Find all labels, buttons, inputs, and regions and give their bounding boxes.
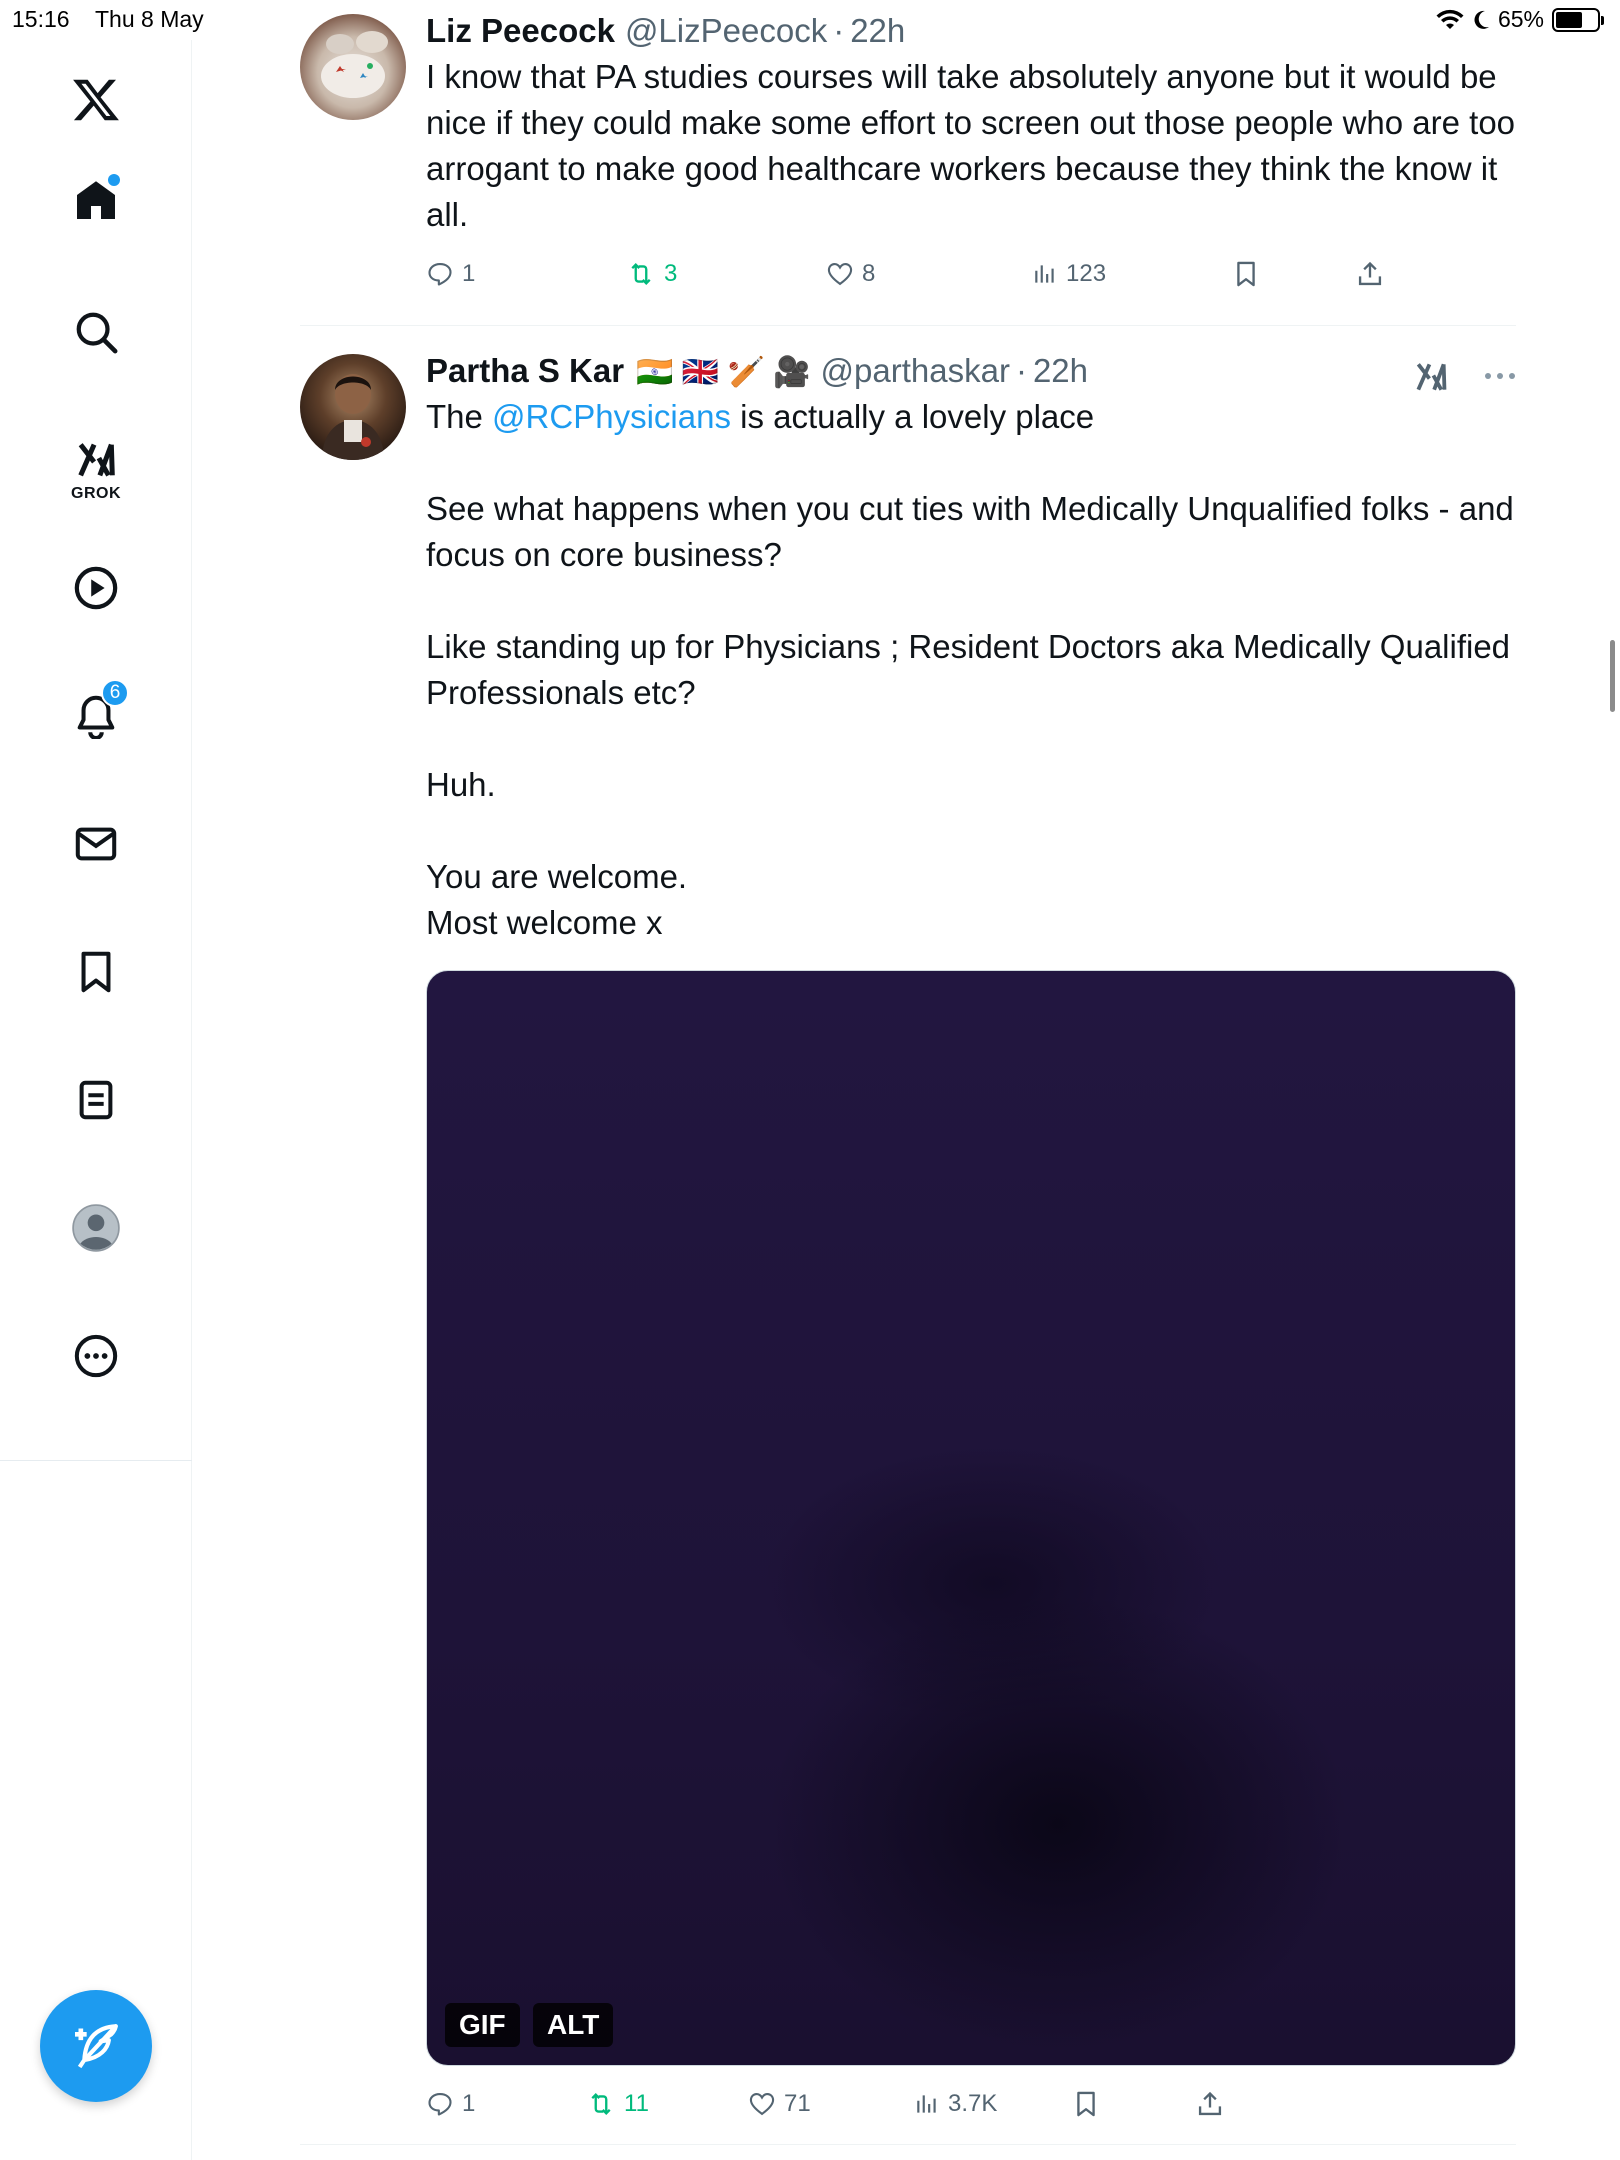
tweet-text: I know that PA studies courses will take… (426, 58, 1525, 233)
search-icon (76, 312, 118, 354)
like-button[interactable]: 8 (826, 260, 875, 288)
compose-button[interactable] (40, 1990, 152, 2102)
grok-icon (1416, 363, 1447, 391)
sidebar-item-explore[interactable] (0, 292, 192, 372)
home-unread-dot (108, 174, 120, 186)
sidebar-item-profile[interactable] (0, 1188, 192, 1268)
views-button[interactable]: 123 (1032, 260, 1106, 288)
list-icon (79, 1080, 113, 1120)
play-icon (74, 566, 118, 610)
retweet-count: 3 (664, 260, 678, 287)
analytics-icon (917, 2095, 936, 2113)
retweet-icon (591, 2093, 611, 2115)
retweet-button[interactable]: 11 (586, 2090, 649, 2118)
media-gif[interactable]: GIF ALT (426, 970, 1516, 2066)
bookmark-icon (1077, 2091, 1095, 2117)
grok-label: GROK (71, 485, 121, 502)
tweet-time[interactable]: 22h (1033, 352, 1088, 390)
sidebar-item-notifications[interactable]: 6 (0, 676, 192, 756)
tweet-header: Liz Peecock @LizPeecock · 22h (426, 12, 1516, 50)
retweet-icon (631, 263, 651, 285)
reply-count: 1 (462, 260, 476, 287)
gif-badge: GIF (445, 2003, 520, 2047)
separator-dot: · (1015, 352, 1027, 389)
author-name[interactable]: Partha S Kar (426, 352, 624, 390)
bookmark-icon (81, 951, 111, 993)
views-count: 123 (1066, 260, 1107, 287)
sidebar-item-home[interactable] (0, 160, 192, 240)
profile-emoji-flags: 🇮🇳 🇬🇧 🏏 🎥 (636, 356, 811, 389)
alt-badge[interactable]: ALT (533, 2003, 614, 2047)
grok-explain-button[interactable] (1412, 358, 1450, 401)
sidebar-item-grok[interactable]: GROK (0, 420, 192, 520)
share-button[interactable] (1356, 260, 1384, 288)
heart-icon (749, 2093, 775, 2116)
retweet-count: 11 (624, 2090, 649, 2117)
share-icon (1358, 261, 1382, 286)
author-handle[interactable]: @LizPeecock (625, 12, 827, 50)
heart-icon (827, 263, 853, 286)
more-icon (1485, 373, 1515, 379)
views-count: 3.7K (948, 2090, 998, 2117)
compose-icon (75, 2024, 118, 2069)
avatar[interactable] (300, 354, 406, 460)
views-button[interactable]: 3.7K (914, 2090, 997, 2118)
avatar-icon (72, 1204, 120, 1252)
tweet-divider (300, 325, 1516, 326)
bookmark-button[interactable] (1072, 2090, 1100, 2118)
reply-button[interactable]: 1 (426, 2090, 475, 2118)
scrollbar[interactable] (1610, 640, 1615, 712)
share-button[interactable] (1196, 2090, 1224, 2118)
like-button[interactable]: 71 (748, 2090, 811, 2118)
sidebar-item-messages[interactable] (0, 804, 192, 884)
tweet-liz-peecock[interactable]: Liz Peecock @LizPeecock · 22h I know tha… (300, 12, 1516, 312)
x-logo-icon[interactable] (0, 60, 192, 140)
tweet-partha-s-kar[interactable]: Partha S Kar 🇮🇳 🇬🇧 🏏 🎥 @parthaskar · 22h… (300, 352, 1516, 2142)
tweet-text-start: The (426, 398, 493, 435)
more-circle-icon (74, 1334, 118, 1378)
bookmark-button[interactable] (1232, 260, 1260, 288)
analytics-icon (1035, 265, 1054, 283)
grok-icon (78, 443, 115, 477)
notifications-badge: 6 (101, 679, 129, 707)
sidebar-divider (0, 1460, 192, 1461)
tweet-text: The @RCPhysicians is actually a lovely p… (426, 394, 1516, 946)
tweet-content: Partha S Kar 🇮🇳 🇬🇧 🏏 🎥 @parthaskar · 22h… (426, 352, 1516, 946)
separator-dot: · (833, 12, 845, 49)
retweet-button[interactable]: 3 (626, 260, 677, 288)
mention-link[interactable]: @RCPhysicians (492, 398, 731, 435)
reply-count: 1 (462, 2090, 476, 2117)
sidebar-item-more[interactable] (0, 1316, 192, 1396)
battery-icon (1552, 7, 1604, 32)
more-options-button[interactable] (1484, 368, 1516, 386)
tweet-content: Liz Peecock @LizPeecock · 22h I know tha… (426, 12, 1516, 238)
mail-icon (75, 827, 117, 861)
sidebar-item-lists[interactable] (0, 1060, 192, 1140)
status-date: Thu 8 May (95, 6, 204, 32)
like-count: 8 (862, 260, 876, 287)
reply-icon (428, 2093, 452, 2116)
like-count: 71 (784, 2090, 811, 2117)
tweet-text-rest: is actually a lovely place See what happ… (426, 398, 1514, 941)
sidebar-item-video[interactable] (0, 548, 192, 628)
share-icon (1198, 2091, 1222, 2116)
avatar[interactable] (300, 14, 406, 120)
author-handle[interactable]: @parthaskar (821, 352, 1010, 390)
sidebar-nav: GROK 6 (0, 40, 192, 2160)
tweet-divider (300, 2144, 1516, 2145)
reply-icon (428, 263, 452, 286)
sidebar-item-bookmarks[interactable] (0, 932, 192, 1012)
tweet-time[interactable]: 22h (850, 12, 905, 50)
reply-button[interactable]: 1 (426, 260, 475, 288)
author-name[interactable]: Liz Peecock (426, 12, 615, 50)
status-time: 15:16 (12, 6, 70, 32)
tweet-header: Partha S Kar 🇮🇳 🇬🇧 🏏 🎥 @parthaskar · 22h (426, 352, 1516, 390)
bookmark-icon (1237, 261, 1255, 287)
